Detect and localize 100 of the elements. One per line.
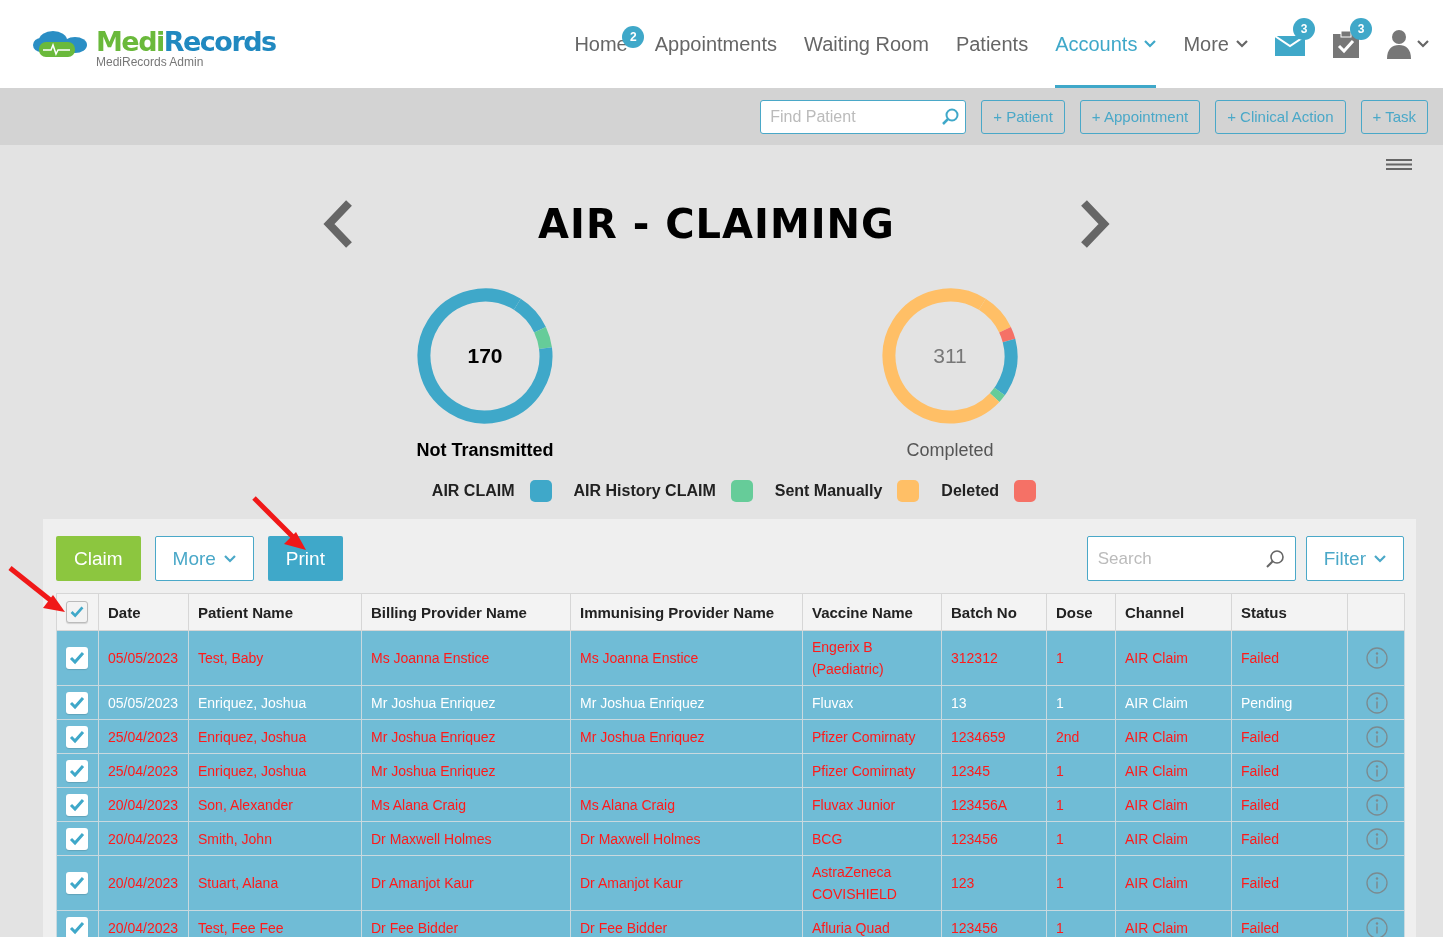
search-icon xyxy=(941,107,960,126)
menu-icon[interactable] xyxy=(1386,159,1412,170)
table-cell: Stuart, Alana xyxy=(198,875,279,891)
column-header[interactable]: Date xyxy=(98,593,189,631)
table-cell: 13 xyxy=(951,694,967,711)
table-cell: 12345 xyxy=(951,762,990,779)
table-cell: 123456 xyxy=(951,919,998,936)
summary-count: 311 xyxy=(933,344,967,368)
table-cell: 20/04/2023 xyxy=(108,875,179,891)
table-cell: 1 xyxy=(1056,875,1064,891)
column-header[interactable]: Patient Name xyxy=(188,593,362,631)
table-cell: 123 xyxy=(951,875,975,891)
table-cell: Dr Amanjot Kaur xyxy=(371,875,474,891)
table-cell: AIR Claim xyxy=(1125,796,1188,813)
table-cell: Son, Alexander xyxy=(198,796,293,813)
info-icon[interactable] xyxy=(1366,827,1388,850)
column-header[interactable]: Channel xyxy=(1115,593,1232,631)
table-cell: Dr Fee Bidder xyxy=(580,919,668,936)
table-cell: Mr Joshua Enriquez xyxy=(371,762,496,779)
table-cell: 1 xyxy=(1056,919,1064,936)
row-checkbox[interactable] xyxy=(66,827,88,850)
table-cell: Enriquez, Joshua xyxy=(198,694,307,711)
table-cell: 1 xyxy=(1056,650,1064,666)
nav-tab[interactable]: Patients xyxy=(955,0,1029,88)
table-cell: Fluvax Junior xyxy=(812,796,896,813)
table-cell: 05/05/2023 xyxy=(108,694,179,711)
table-cell: 1 xyxy=(1056,694,1064,711)
legend-label: Sent Manually xyxy=(774,482,883,500)
table-cell: 1234659 xyxy=(951,728,1006,745)
logo-subtitle: MediRecords Admin xyxy=(96,56,205,68)
column-header[interactable]: Immunising Provider Name xyxy=(570,593,803,631)
table-cell: BCG xyxy=(812,830,843,847)
search-field[interactable]: Search xyxy=(1086,536,1296,581)
table-cell: Failed xyxy=(1241,830,1280,847)
table-cell: Engerix B (Paediatric) xyxy=(812,639,884,677)
table-cell: Enriquez, Joshua xyxy=(198,762,307,779)
find-patient-field[interactable]: Find Patient xyxy=(760,99,967,134)
caret-icon xyxy=(1374,554,1386,563)
page-title: AIR - CLAIMING xyxy=(538,201,895,247)
table-cell: Dr Maxwell Holmes xyxy=(371,830,492,847)
row-checkbox[interactable] xyxy=(66,916,88,937)
table-cell: 05/05/2023 xyxy=(108,650,179,666)
table-cell: Failed xyxy=(1241,919,1280,936)
table-cell: 1 xyxy=(1056,796,1064,813)
legend-label: AIR CLAIM xyxy=(431,482,515,500)
info-icon[interactable] xyxy=(1366,647,1388,669)
column-header[interactable]: Vaccine Name xyxy=(802,593,942,631)
count-badge: 3 xyxy=(1293,18,1315,40)
table-cell: Enriquez, Joshua xyxy=(198,728,307,745)
table-cell: 1 xyxy=(1056,830,1064,847)
row-checkbox[interactable] xyxy=(66,759,88,782)
table-cell: 2nd xyxy=(1056,728,1080,745)
table-cell: Ms Alana Craig xyxy=(580,796,675,813)
row-checkbox[interactable] xyxy=(66,691,88,714)
caret-icon xyxy=(1417,40,1429,48)
legend-label: AIR History CLAIM xyxy=(573,482,716,500)
column-header[interactable]: Billing Provider Name xyxy=(361,593,571,631)
info-icon[interactable] xyxy=(1366,691,1388,714)
table-cell: Failed xyxy=(1241,875,1280,891)
table-cell: 20/04/2023 xyxy=(108,830,179,847)
table-cell: AIR Claim xyxy=(1125,762,1188,779)
table-cell: AIR Claim xyxy=(1125,830,1188,847)
row-checkbox[interactable] xyxy=(66,793,88,816)
table-cell: 25/04/2023 xyxy=(108,762,179,779)
table-cell: Pfizer Comirnaty xyxy=(812,728,916,745)
table-cell: Test, Baby xyxy=(198,650,264,666)
table-cell: Failed xyxy=(1241,650,1280,666)
summary-label[interactable]: Completed xyxy=(906,440,994,461)
table-cell: Mr Joshua Enriquez xyxy=(580,694,705,711)
table-cell: AIR Claim xyxy=(1125,875,1188,891)
row-checkbox[interactable] xyxy=(66,647,88,669)
row-checkbox[interactable] xyxy=(66,725,88,748)
logo-text: MediRecords xyxy=(96,28,276,56)
summary-label[interactable]: Not Transmitted xyxy=(416,440,554,461)
table-cell: Test, Fee Fee xyxy=(198,919,284,936)
nav-tab[interactable]: Waiting Room xyxy=(804,0,929,88)
caret-icon xyxy=(223,554,236,563)
table-cell: Dr Maxwell Holmes xyxy=(580,830,701,847)
table-cell: Failed xyxy=(1241,728,1280,745)
column-header[interactable]: Dose xyxy=(1046,593,1116,631)
column-header[interactable]: Status xyxy=(1231,593,1348,631)
column-header[interactable]: Batch No xyxy=(941,593,1047,631)
search-icon xyxy=(1264,548,1285,569)
table-cell: Fluvax xyxy=(812,694,854,711)
table-cell: Pfizer Comirnaty xyxy=(812,762,916,779)
clipboard-check-icon xyxy=(1332,30,1360,58)
nav-tab[interactable]: Appointments xyxy=(654,0,778,88)
table-cell: Afluria Quad xyxy=(812,919,890,936)
table-cell: 20/04/2023 xyxy=(108,919,179,936)
info-icon[interactable] xyxy=(1366,725,1388,748)
select-all-checkbox[interactable] xyxy=(66,601,88,623)
info-icon[interactable] xyxy=(1366,759,1388,782)
info-icon[interactable] xyxy=(1366,793,1388,816)
nav-tab[interactable]: More xyxy=(1183,0,1248,88)
table-cell: Pending xyxy=(1241,694,1293,711)
row-checkbox[interactable] xyxy=(66,872,88,894)
info-icon[interactable] xyxy=(1366,872,1388,894)
table-cell: Dr Fee Bidder xyxy=(371,919,459,936)
info-icon[interactable] xyxy=(1366,916,1388,937)
table-cell: AIR Claim xyxy=(1125,650,1188,666)
